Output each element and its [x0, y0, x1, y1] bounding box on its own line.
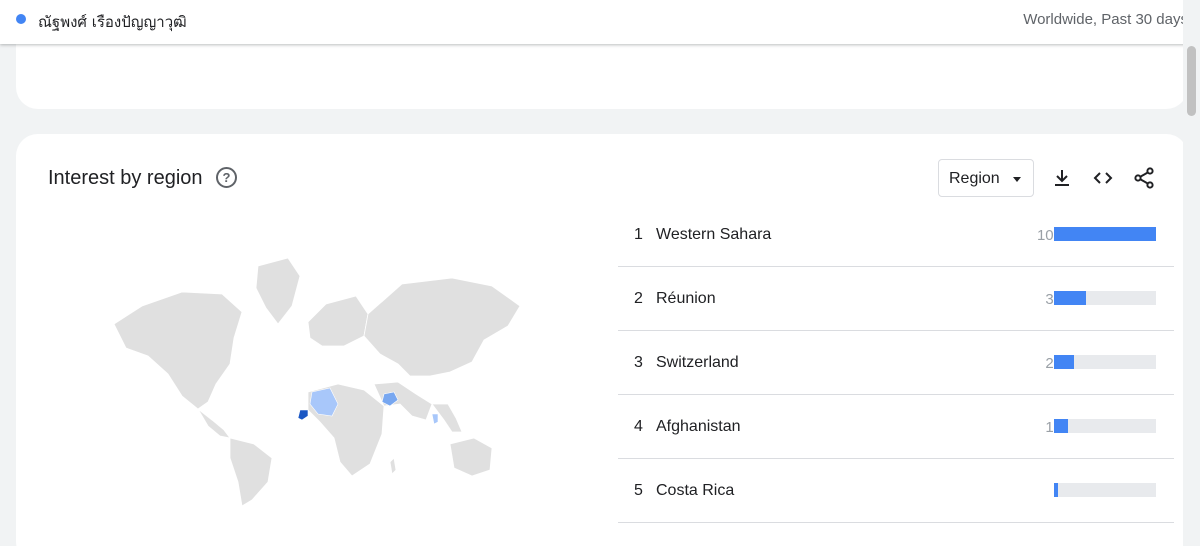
search-term-header: ณัฐพงศ์ เรืองปัญญาวุฒิ Worldwide, Past 3… — [0, 0, 1200, 44]
region-bar-fill — [1054, 227, 1156, 241]
region-bar-track — [1054, 291, 1156, 305]
map-greenland — [255, 257, 301, 325]
region-bar-fill — [1054, 419, 1069, 433]
region-bar-fill — [1054, 483, 1059, 497]
page-scrollbar[interactable] — [1183, 0, 1200, 546]
region-rank: 2 — [634, 290, 643, 307]
map-region-thailand — [431, 413, 439, 425]
world-map[interactable] — [112, 244, 522, 506]
scope-label: Worldwide, Past 30 days — [1023, 11, 1188, 28]
region-row[interactable]: 3Switzerland20 — [618, 331, 1174, 395]
dropdown-value: Region — [949, 170, 1000, 187]
embed-code-icon[interactable] — [1091, 166, 1115, 190]
share-icon[interactable] — [1132, 166, 1156, 190]
map-australia — [449, 437, 493, 477]
series-color-dot — [16, 14, 26, 24]
help-circle-icon[interactable]: ? — [216, 167, 237, 188]
region-row[interactable]: 4Afghanistan14 — [618, 395, 1174, 459]
map-north-america — [113, 291, 243, 410]
region-bar-fill — [1054, 291, 1086, 305]
region-rank: 1 — [634, 226, 643, 243]
interest-by-region-card: Interest by region ? Region 1 Western Sa… — [16, 134, 1188, 546]
region-ranking-list: 1Western Sahara1002Réunion313Switzerland… — [618, 203, 1174, 523]
region-row[interactable]: 2Réunion31 — [618, 267, 1174, 331]
search-term-label: ณัฐพงศ์ เรืองปัญญาวุฒิ — [38, 13, 187, 31]
region-name: Afghanistan — [656, 418, 741, 435]
region-bar-track — [1054, 483, 1156, 497]
region-rank: 5 — [634, 482, 643, 499]
caret-down-icon — [1013, 177, 1021, 182]
region-name: Costa Rica — [656, 482, 735, 499]
download-icon[interactable] — [1050, 166, 1074, 190]
region-row[interactable]: 5Costa Rica4 — [618, 459, 1174, 523]
region-bar-track — [1054, 227, 1156, 241]
map-europe — [307, 295, 369, 347]
map-madagascar — [389, 457, 397, 475]
card-title: Interest by region — [48, 167, 203, 189]
map-south-america — [229, 437, 273, 506]
map-central-america — [197, 408, 231, 439]
region-rank: 3 — [634, 354, 643, 371]
scrollbar-thumb[interactable] — [1187, 46, 1196, 116]
region-row[interactable]: 1 Western Sahara 100 — [618, 203, 1174, 267]
region-resolution-dropdown[interactable]: Region — [938, 159, 1034, 197]
region-bar-track — [1054, 355, 1156, 369]
map-asia — [363, 277, 521, 377]
region-rank: 4 — [634, 418, 643, 435]
map-region-western-sahara — [297, 409, 309, 421]
region-name: Western Sahara — [656, 226, 772, 243]
region-bar-track — [1054, 419, 1156, 433]
region-bar-fill — [1054, 355, 1075, 369]
region-name: Réunion — [656, 290, 716, 307]
region-name: Switzerland — [656, 354, 739, 371]
